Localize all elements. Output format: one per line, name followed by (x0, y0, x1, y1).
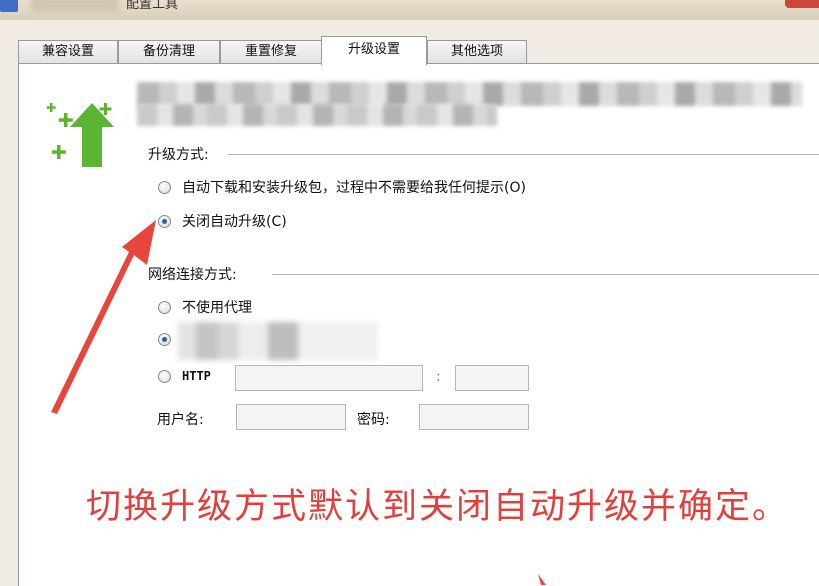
upgrade-group-divider (228, 154, 819, 155)
tab-other[interactable]: 其他选项 (427, 40, 527, 63)
proxy-port-input[interactable] (455, 365, 529, 391)
network-group-label: 网络连接方式: (148, 264, 243, 284)
password-label: 密码: (357, 412, 390, 428)
radio-proxy-blurred-button[interactable] (158, 333, 171, 346)
tab-upgrade[interactable]: 升级设置 (321, 36, 427, 65)
radio-no-proxy-button[interactable] (158, 300, 171, 314)
radio-no-proxy-label: 不使用代理 (182, 300, 252, 316)
host-port-separator: : (436, 369, 441, 385)
tab-reset[interactable]: 重置修复 (220, 40, 322, 63)
proxy-host-input[interactable] (235, 365, 423, 391)
radio-disable-upgrade[interactable]: 关闭自动升级(C) (158, 211, 287, 231)
username-input[interactable] (236, 404, 346, 430)
radio-http-proxy-button[interactable] (158, 369, 171, 383)
blurred-proxy-option (178, 322, 378, 360)
radio-auto-upgrade[interactable]: 自动下载和安装升级包，过程中不需要给我任何提示(O) (158, 177, 526, 197)
close-icon[interactable] (785, 0, 819, 8)
blurred-description-line2 (137, 104, 497, 126)
blurred-description (137, 82, 802, 106)
tab-backup[interactable]: 备份清理 (118, 40, 220, 63)
radio-auto-upgrade-label: 自动下载和安装升级包，过程中不需要给我任何提示(O) (182, 180, 526, 196)
window-title: 配置工具 (126, 0, 179, 12)
upgrade-group-label: 升级方式: (148, 144, 215, 164)
network-group-divider (272, 274, 819, 275)
radio-disable-upgrade-button[interactable] (158, 214, 171, 228)
annotation-text: 切换升级方式默认到关闭自动升级并确定。 (86, 487, 790, 527)
radio-http-proxy-label: HTTP (182, 369, 211, 383)
radio-no-proxy[interactable]: 不使用代理 (158, 297, 252, 317)
radio-disable-upgrade-label: 关闭自动升级(C) (182, 214, 287, 230)
password-input[interactable] (419, 404, 529, 430)
radio-auto-upgrade-button[interactable] (158, 180, 171, 194)
tab-compat[interactable]: 兼容设置 (18, 40, 118, 63)
app-icon (0, 0, 18, 12)
title-bar: 配置工具 (0, 0, 819, 20)
title-blurred-region (30, 0, 120, 12)
upgrade-arrow-icon (46, 103, 114, 167)
radio-http-proxy[interactable]: HTTP (158, 369, 211, 383)
username-label: 用户名: (157, 412, 204, 428)
